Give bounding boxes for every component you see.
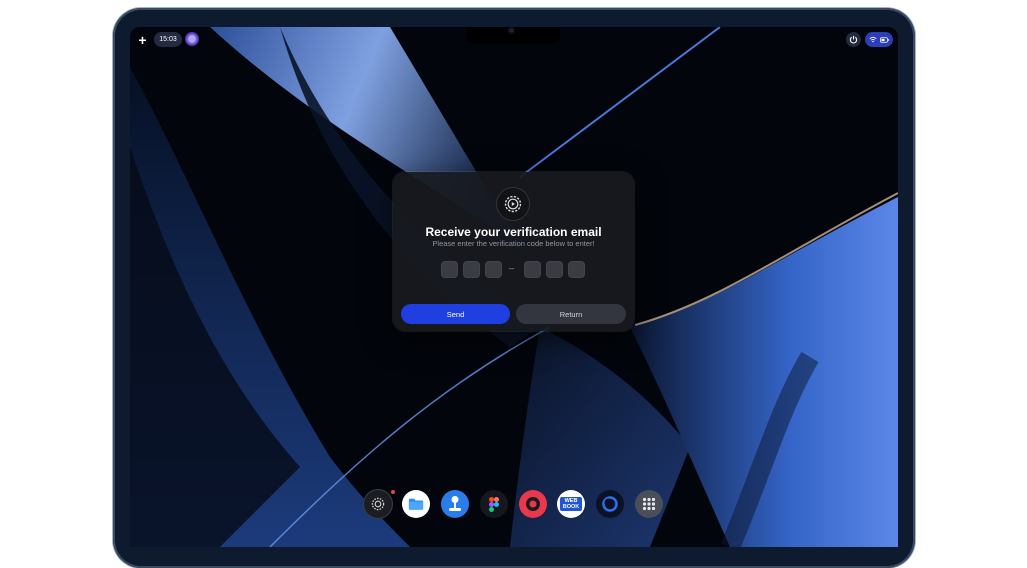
camera-icon [508, 27, 515, 34]
camera-notch [466, 27, 560, 44]
settings-icon [371, 497, 385, 511]
return-button[interactable]: Return [516, 304, 626, 324]
dock-ring[interactable] [596, 490, 624, 518]
record-icon [526, 497, 540, 511]
dock-joystick[interactable] [441, 490, 469, 518]
assistant-orb-icon[interactable] [185, 32, 199, 46]
dock-app-grid[interactable] [635, 490, 663, 518]
dialog-title: Receive your verification email [425, 225, 602, 239]
settings-badge [497, 188, 529, 220]
app-grid-icon [642, 497, 656, 511]
web-book-icon: WEB BOOK [560, 497, 582, 511]
dock-web-book[interactable]: WEB BOOK [557, 490, 585, 518]
code-digit-1[interactable] [441, 261, 458, 278]
gear-play-icon [504, 195, 522, 213]
figma-icon [489, 496, 499, 512]
dock-record[interactable] [519, 490, 547, 518]
power-button[interactable] [846, 32, 861, 47]
notification-dot [391, 490, 395, 494]
code-digit-3[interactable] [485, 261, 502, 278]
clock-time: 15:03 [154, 32, 182, 47]
joystick-icon [449, 496, 461, 511]
code-digit-4[interactable] [524, 261, 541, 278]
dialog-subtitle: Please enter the verification code below… [432, 239, 595, 248]
status-pill[interactable] [865, 32, 893, 47]
code-digit-2[interactable] [463, 261, 480, 278]
folder-icon [408, 498, 424, 510]
add-button[interactable]: + [135, 32, 150, 48]
code-separator: – [509, 263, 515, 273]
send-button[interactable]: Send [401, 304, 510, 324]
verification-dialog: Receive your verification email Please e… [393, 172, 634, 331]
code-digit-6[interactable] [568, 261, 585, 278]
power-icon [849, 35, 858, 44]
code-digit-5[interactable] [546, 261, 563, 278]
ring-icon [602, 496, 618, 512]
battery-icon [880, 36, 889, 43]
dock-files[interactable] [402, 490, 430, 518]
dock-figma[interactable] [480, 490, 508, 518]
wifi-icon [869, 36, 877, 43]
dock-settings[interactable] [364, 490, 392, 518]
